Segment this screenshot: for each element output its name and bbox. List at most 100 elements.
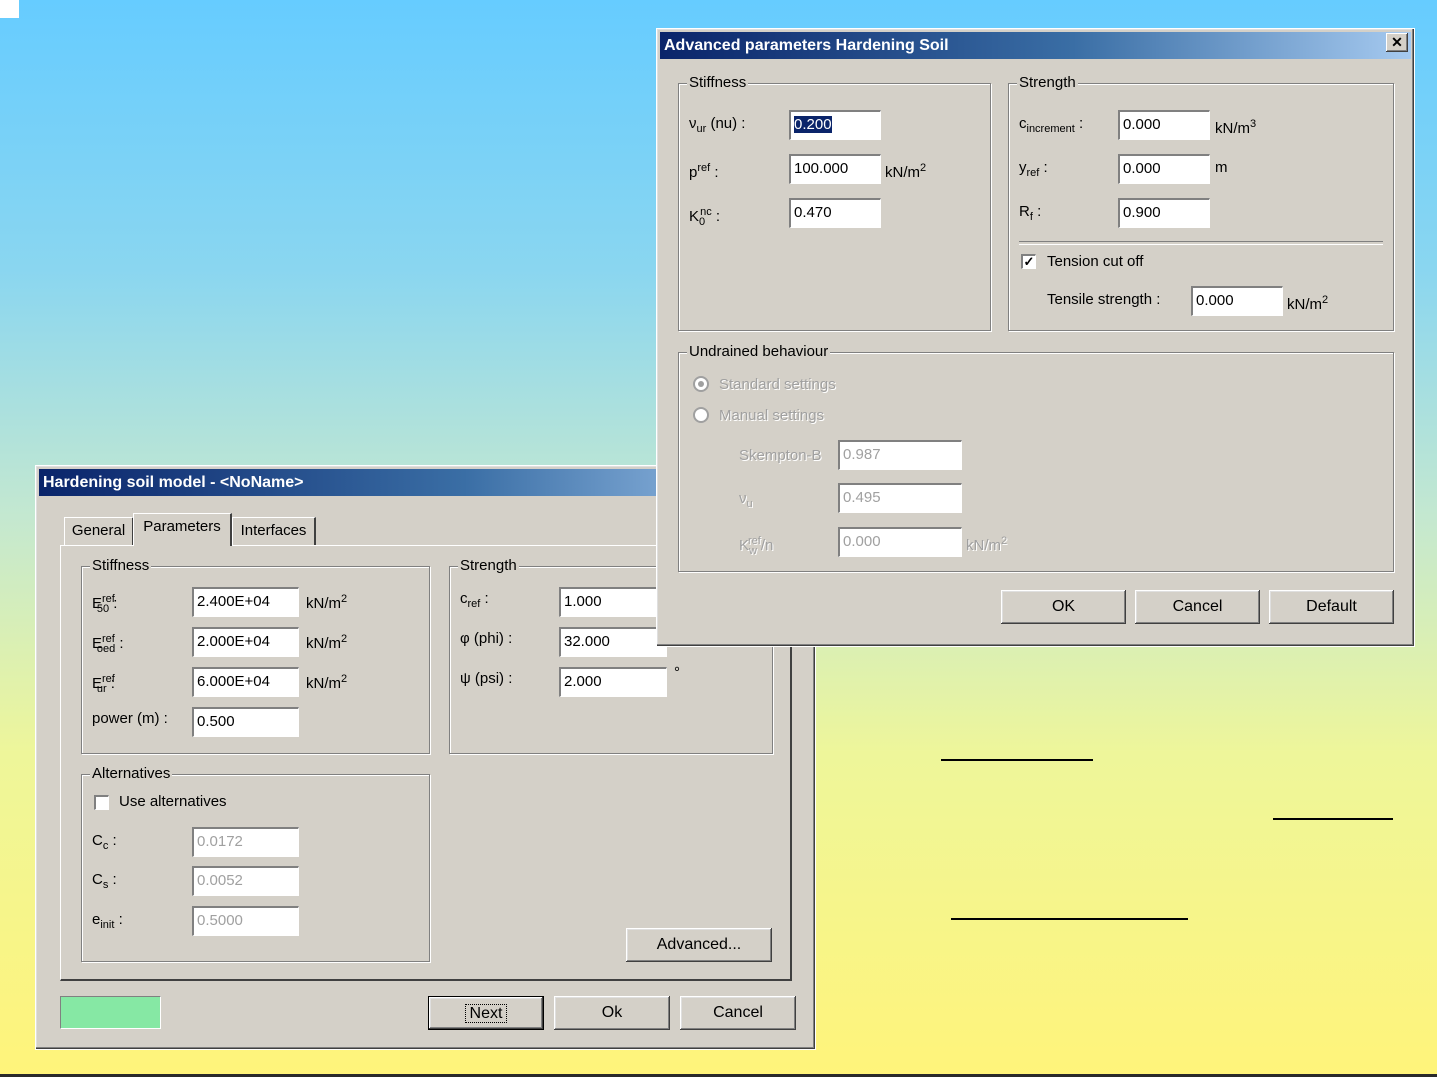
cincrement-unit: kN/m3 [1215, 114, 1256, 139]
pref-input[interactable]: 100.000 [789, 154, 881, 184]
cinc-unit-text: kN/m [1215, 120, 1250, 137]
adv-cancel-button[interactable]: Cancel [1135, 590, 1260, 624]
advanced-title: Advanced parameters Hardening Soil [664, 37, 949, 54]
power-input[interactable]: 0.500 [192, 707, 299, 737]
cc-label: Cc : [92, 832, 117, 852]
slide-corner-mark [0, 0, 19, 18]
advanced-button[interactable]: Advanced... [626, 928, 772, 962]
skempton-input[interactable]: 0.987 [838, 440, 962, 470]
main-title: Hardening soil model - <NoName> [43, 474, 304, 491]
adv-strength-legend: Strength [1017, 74, 1078, 92]
ok-button-label: Ok [601, 1004, 623, 1021]
cincrement-label: cincrement : [1019, 115, 1084, 135]
adv-stiffness-group: Stiffness νur (nu) : 0.200 pref : 100.00… [678, 74, 991, 331]
slide-underline-1 [941, 759, 1093, 761]
k0nc-label: K0nc : [689, 206, 721, 228]
eoed-unit-text: kN/m [306, 635, 341, 652]
yref-input[interactable]: 0.000 [1118, 154, 1210, 184]
tensile-strength-unit: kN/m2 [1287, 290, 1328, 315]
slide-underline-3 [951, 918, 1188, 920]
cincrement-input[interactable]: 0.000 [1118, 110, 1210, 140]
adv-cancel-label: Cancel [1172, 598, 1223, 615]
alternatives-group: Alternatives Use alternatives Cc : 0.017… [81, 765, 430, 962]
einit-label: einit : [92, 911, 123, 931]
nuu-label: νu [739, 490, 753, 510]
yref-unit: m [1215, 159, 1228, 176]
rf-label: Rf : [1019, 203, 1042, 223]
einit-input[interactable]: 0.5000 [192, 906, 299, 936]
cc-input[interactable]: 0.0172 [192, 827, 299, 857]
skempton-label: Skempton-B [739, 447, 822, 464]
strength-separator [1019, 241, 1383, 245]
eur-unit-exp: 2 [341, 673, 348, 685]
rf-input[interactable]: 0.900 [1118, 198, 1210, 228]
e50-unit-text: kN/m [306, 595, 341, 612]
adv-strength-group: Strength cincrement : 0.000 kN/m3 yref :… [1008, 74, 1394, 331]
use-alternatives-label: Use alternatives [119, 793, 227, 810]
kw-unit: kN/m2 [966, 531, 1007, 556]
tension-cutoff-label: Tension cut off [1047, 253, 1144, 270]
pref-label: pref : [689, 162, 719, 181]
tensile-strength-input[interactable]: 0.000 [1191, 286, 1283, 316]
eoed-unit-exp: 2 [341, 633, 348, 645]
next-button[interactable]: Next [428, 996, 544, 1030]
phi-input[interactable]: 32.000 [559, 627, 667, 657]
e50-input[interactable]: 2.400E+04 [192, 587, 299, 617]
kw-input[interactable]: 0.000 [838, 527, 962, 557]
advanced-title-bar: Advanced parameters Hardening Soil [660, 32, 1411, 59]
psi-label: ψ (psi) : [460, 670, 513, 687]
advanced-parameters-dialog: Advanced parameters Hardening Soil ✕ Sti… [656, 28, 1415, 647]
tab-parameters[interactable]: Parameters [133, 513, 232, 546]
standard-settings-radio-dot [698, 381, 704, 387]
eoed-unit: kN/m2 [306, 629, 347, 654]
tension-cutoff-checkbox[interactable]: ✓ [1021, 254, 1036, 269]
alternatives-legend: Alternatives [90, 765, 173, 783]
tab-general-label: General [71, 522, 126, 539]
nu-value: 0.200 [794, 116, 832, 133]
manual-settings-radio[interactable] [693, 407, 709, 423]
k0nc-input[interactable]: 0.470 [789, 198, 881, 228]
main-strength-legend: Strength [458, 557, 519, 575]
nu-input[interactable]: 0.200 [789, 110, 881, 140]
next-button-label: Next [464, 1004, 508, 1023]
use-alternatives-checkbox[interactable] [94, 795, 109, 810]
psi-unit: ° [674, 664, 680, 681]
close-icon[interactable]: ✕ [1386, 33, 1408, 52]
cref-label: cref : [460, 590, 489, 610]
undrained-group: Undrained behaviour Standard settings Ma… [678, 343, 1394, 572]
kw-label: Kwref/n [739, 535, 774, 557]
cinc-unit-exp: 3 [1250, 118, 1257, 130]
undrained-legend: Undrained behaviour [687, 343, 831, 361]
slide-underline-2 [1273, 818, 1393, 820]
eoed-input[interactable]: 2.000E+04 [192, 627, 299, 657]
tensile-strength-label: Tensile strength : [1047, 291, 1161, 308]
tab-parameters-label: Parameters [143, 518, 221, 535]
standard-settings-label: Standard settings [719, 376, 836, 393]
eur-input[interactable]: 6.000E+04 [192, 667, 299, 697]
cs-input[interactable]: 0.0052 [192, 866, 299, 896]
main-stiffness-group: Stiffness Eref50 : 2.400E+04 kN/m2 Erefo… [81, 557, 430, 754]
ok-button[interactable]: Ok [554, 996, 670, 1030]
advanced-button-label: Advanced... [656, 936, 742, 953]
adv-ok-button[interactable]: OK [1001, 590, 1126, 624]
e50-unit: kN/m2 [306, 589, 347, 614]
psi-input[interactable]: 2.000 [559, 667, 667, 697]
adv-default-button[interactable]: Default [1269, 590, 1394, 624]
tab-interfaces[interactable]: Interfaces [232, 517, 316, 545]
eoed-label: Erefoed : [92, 633, 124, 655]
cref-input[interactable]: 1.000 [559, 587, 667, 617]
nuu-input[interactable]: 0.495 [838, 483, 962, 513]
manual-settings-label: Manual settings [719, 407, 825, 424]
tab-general[interactable]: General [64, 517, 134, 545]
standard-settings-radio[interactable] [693, 376, 709, 392]
adv-ok-label: OK [1051, 598, 1076, 615]
adv-stiffness-legend: Stiffness [687, 74, 749, 92]
nu-label: νur (nu) : [689, 115, 746, 135]
adv-default-label: Default [1306, 598, 1357, 615]
pref-unit-exp: 2 [920, 162, 927, 174]
status-color-box [60, 996, 161, 1029]
kw-unit-text: kN/m [966, 537, 1001, 554]
cancel-button-label: Cancel [713, 1004, 763, 1021]
cancel-button[interactable]: Cancel [680, 996, 796, 1030]
tensile-unit-exp: 2 [1322, 294, 1329, 306]
